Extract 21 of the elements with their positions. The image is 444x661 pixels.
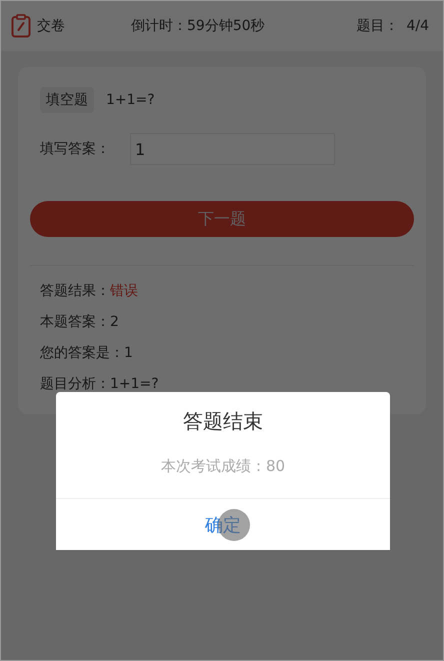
score-message: 本次考试成绩：80 bbox=[160, 457, 286, 476]
result-label: 本题答案： bbox=[40, 314, 110, 330]
answer-label: 填写答案： bbox=[40, 140, 111, 158]
countdown-timer: 倒计时：59分钟50秒 bbox=[131, 17, 265, 35]
dialog-title: 答题结束 bbox=[182, 408, 264, 435]
result-label: 题目分析： bbox=[40, 376, 110, 392]
question-progress-label: 题目： bbox=[356, 17, 398, 35]
result-label: 您的答案是： bbox=[40, 345, 124, 361]
question-count: 4/4 bbox=[406, 18, 429, 34]
confirm-button[interactable]: 确定 bbox=[56, 498, 390, 550]
result-value: 1 bbox=[124, 345, 133, 361]
result-label: 答题结果： bbox=[40, 283, 110, 299]
next-question-button[interactable]: 下一题 bbox=[30, 201, 414, 237]
clipboard-icon bbox=[11, 14, 31, 38]
question-type-tag: 填空题 bbox=[40, 87, 94, 113]
result-value: 2 bbox=[110, 314, 119, 330]
submit-button[interactable]: 交卷 bbox=[11, 14, 65, 38]
result-value: 错误 bbox=[110, 283, 138, 299]
result-value: 1+1=? bbox=[110, 376, 159, 392]
answer-input[interactable]: 1 bbox=[130, 133, 335, 165]
question-text: 1+1=? bbox=[106, 92, 155, 108]
